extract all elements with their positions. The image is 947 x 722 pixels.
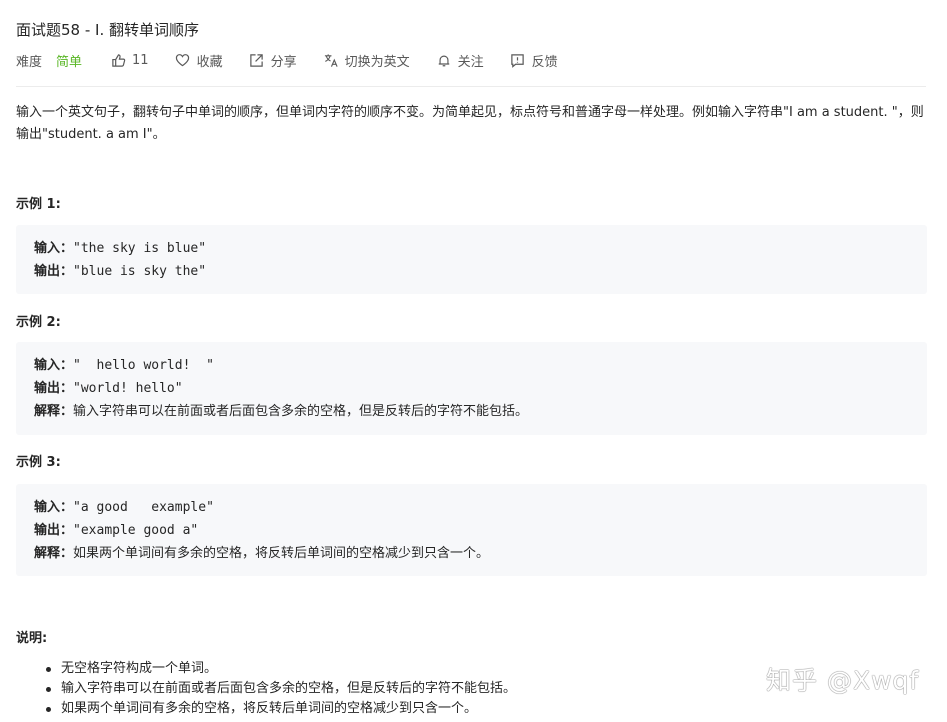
input-value: " hello world! " [73, 358, 214, 373]
list-item: 如果两个单词间有多余的空格，将反转后单词间的空格减少到只含一个。 [16, 699, 516, 719]
feedback-button[interactable]: 反馈 [510, 51, 558, 70]
output-value: "blue is sky the" [73, 264, 207, 279]
share-label: 分享 [270, 54, 297, 70]
problem-description: 输入一个英文句子，翻转句子中单词的顺序，但单词内字符的顺序不变。为简单起见，标点… [16, 105, 924, 142]
feedback-label: 反馈 [531, 54, 558, 70]
input-label: 输入： [34, 358, 74, 373]
example-1-heading: 示例 1: [16, 197, 61, 212]
input-label: 输入： [34, 241, 74, 256]
explain-label: 解释： [34, 546, 74, 561]
share-icon [249, 52, 265, 68]
input-value: "the sky is blue" [73, 241, 207, 256]
input-label: 输入： [34, 500, 74, 515]
difficulty-badge: 简单 [56, 54, 83, 70]
problem-title: 面试题58 - I. 翻转单词顺序 [16, 21, 199, 39]
feedback-icon [510, 52, 526, 68]
difficulty-label: 难度 [16, 54, 43, 70]
example-3-block: 输入："a good example" 输出："example good a" … [16, 484, 927, 576]
output-value: "world! hello" [73, 381, 183, 396]
follow-button[interactable]: 关注 [436, 51, 484, 70]
list-item: 输入字符串可以在前面或者后面包含多余的空格，但是反转后的字符不能包括。 [16, 679, 516, 699]
notes-list: 无空格字符构成一个单词。 输入字符串可以在前面或者后面包含多余的空格，但是反转后… [16, 659, 516, 719]
explain-label: 解释： [34, 404, 74, 419]
output-label: 输出： [34, 523, 74, 538]
example-2-heading: 示例 2: [16, 315, 61, 330]
input-value: "a good example" [73, 500, 214, 515]
example-3-heading: 示例 3: [16, 455, 61, 470]
output-label: 输出： [34, 264, 74, 279]
watermark: 知乎 @Xwqf [766, 666, 920, 695]
divider [16, 86, 926, 87]
translate-icon [323, 52, 339, 68]
like-count: 11 [132, 52, 149, 68]
like-button[interactable]: 11 [110, 52, 149, 68]
notes-heading: 说明: [16, 631, 48, 646]
problem-meta-bar: 难度 简单 11 收藏 分享 切换为英文 关注 反馈 [16, 50, 584, 70]
explain-value: 输入字符串可以在前面或者后面包含多余的空格，但是反转后的字符不能包括。 [73, 404, 529, 419]
list-item: 无空格字符构成一个单词。 [16, 659, 516, 679]
thumbs-up-icon [110, 52, 126, 68]
output-label: 输出： [34, 381, 74, 396]
output-value: "example good a" [73, 523, 199, 538]
switch-language-label: 切换为英文 [344, 54, 410, 70]
example-2-block: 输入：" hello world! " 输出："world! hello" 解释… [16, 342, 927, 435]
switch-language-button[interactable]: 切换为英文 [323, 51, 410, 70]
share-button[interactable]: 分享 [249, 51, 297, 70]
heart-icon [175, 52, 191, 68]
follow-label: 关注 [457, 54, 484, 70]
favorite-button[interactable]: 收藏 [175, 51, 223, 70]
bell-icon [436, 52, 452, 68]
explain-value: 如果两个单词间有多余的空格，将反转后单词间的空格减少到只含一个。 [73, 546, 490, 561]
example-1-block: 输入："the sky is blue" 输出："blue is sky the… [16, 225, 927, 294]
favorite-label: 收藏 [196, 54, 223, 70]
